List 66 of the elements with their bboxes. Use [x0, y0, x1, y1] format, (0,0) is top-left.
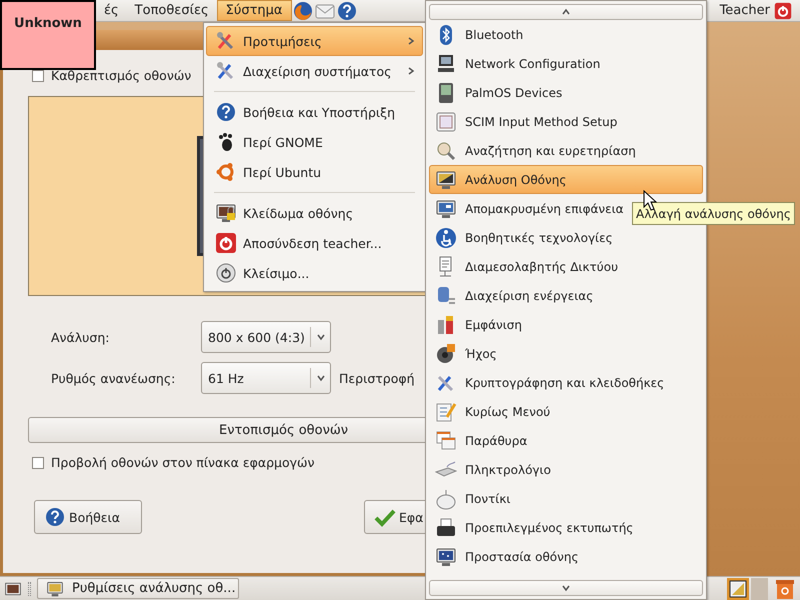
browser-icon [292, 0, 314, 22]
monitor-icon [435, 546, 457, 568]
menu-item[interactable]: Διαμεσολαβητής Δικτύου [429, 252, 703, 281]
menu-item[interactable]: Bluetooth [429, 20, 703, 49]
checkbox-label: Προβολή οθονών στον πίνακα εφαρμογών [51, 455, 314, 470]
menu-item[interactable]: Ήχος [429, 339, 703, 368]
menu-item[interactable]: Βοήθεια και Υποστήριξη [206, 97, 423, 127]
monitor-icon [435, 168, 457, 190]
menu-item[interactable]: Κλείδωμα οθόνης [206, 198, 423, 228]
menu-item[interactable]: PalmOS Devices [429, 78, 703, 107]
menu-item[interactable]: Κρυπτογράφηση και κλειδοθήκες [429, 368, 703, 397]
checkbox-label: Καθρεπτισμός οθονών [51, 68, 192, 83]
speaker-icon [435, 342, 457, 364]
menu-item[interactable]: Περί Ubuntu [206, 157, 423, 187]
resolution-dropdown[interactable]: 800 x 600 (4:3) [201, 321, 331, 353]
help-icon [44, 506, 66, 528]
menu-item[interactable]: Περί GNOME [206, 127, 423, 157]
menu-item[interactable]: Βοηθητικές τεχνολογίες [429, 223, 703, 252]
power-icon [774, 2, 792, 20]
menu-item[interactable]: Ανάλυση Οθόνης [429, 165, 703, 194]
menu-item[interactable]: Προστασία οθόνης [429, 542, 703, 571]
scroll-up-button[interactable] [429, 4, 703, 20]
help-icon [215, 101, 237, 123]
mouse-icon [435, 488, 457, 510]
menu-item[interactable]: Κλείσιμο... [206, 258, 423, 288]
panel-menu[interactable]: Σύστημα [216, 0, 292, 21]
menu-item[interactable]: Εμφάνιση [429, 310, 703, 339]
trash-icon [774, 578, 796, 600]
field-label: Περιστροφή [339, 370, 416, 386]
printer-icon [435, 516, 457, 538]
accessibility-icon [435, 226, 457, 248]
checkbox[interactable] [32, 70, 44, 82]
menu-item[interactable]: Πληκτρολόγιο [429, 455, 703, 484]
taskbar-button[interactable]: Ρυθμίσεις ανάλυσης οθ... [37, 578, 239, 599]
power-icon [215, 262, 237, 284]
monitor-icon [46, 580, 64, 598]
chevron-down-icon [316, 333, 326, 341]
windows-icon [435, 430, 457, 452]
computer-icon [435, 52, 457, 74]
chevron-down-icon [561, 584, 571, 592]
lock-screen-icon [215, 202, 237, 224]
field-label: Ανάλυση: [51, 330, 110, 344]
chevron-down-icon [316, 374, 326, 382]
field-label: Ρυθμός ανανέωσης: [51, 370, 176, 386]
unknown-label: Unknown [0, 0, 96, 70]
refresh-rate-dropdown[interactable]: 61 Hz [201, 362, 331, 394]
help-icon [336, 0, 358, 22]
menu-item[interactable]: Διαχείριση ενέργειας [429, 281, 703, 310]
list-icon [435, 400, 457, 422]
panel-menu[interactable]: ές [96, 0, 127, 21]
monitor-icon [435, 198, 457, 220]
help-button[interactable]: Βοήθεια [34, 500, 142, 534]
tooltip: Αλλαγή ανάλυσης οθόνης [632, 202, 795, 225]
menu-item[interactable]: Αναζήτηση και ευρετηρίαση [429, 136, 703, 165]
checkbox[interactable] [32, 456, 44, 468]
panel-menu[interactable]: Τοποθεσίες [126, 0, 217, 21]
menu-item[interactable]: Αποσύνδεση teacher... [206, 228, 423, 258]
power-icon [215, 232, 237, 254]
search-icon [435, 140, 457, 162]
chevron-up-icon [561, 8, 571, 16]
user-name[interactable]: Teacher [720, 3, 770, 18]
scroll-down-button[interactable] [429, 580, 703, 596]
menu-item[interactable]: Διαχείριση συστήματος [206, 56, 423, 86]
menu-item[interactable]: Προτιμήσεις [206, 26, 423, 56]
menu-item[interactable]: SCIM Input Method Setup [429, 107, 703, 136]
menu-item[interactable]: Network Configuration [429, 49, 703, 78]
